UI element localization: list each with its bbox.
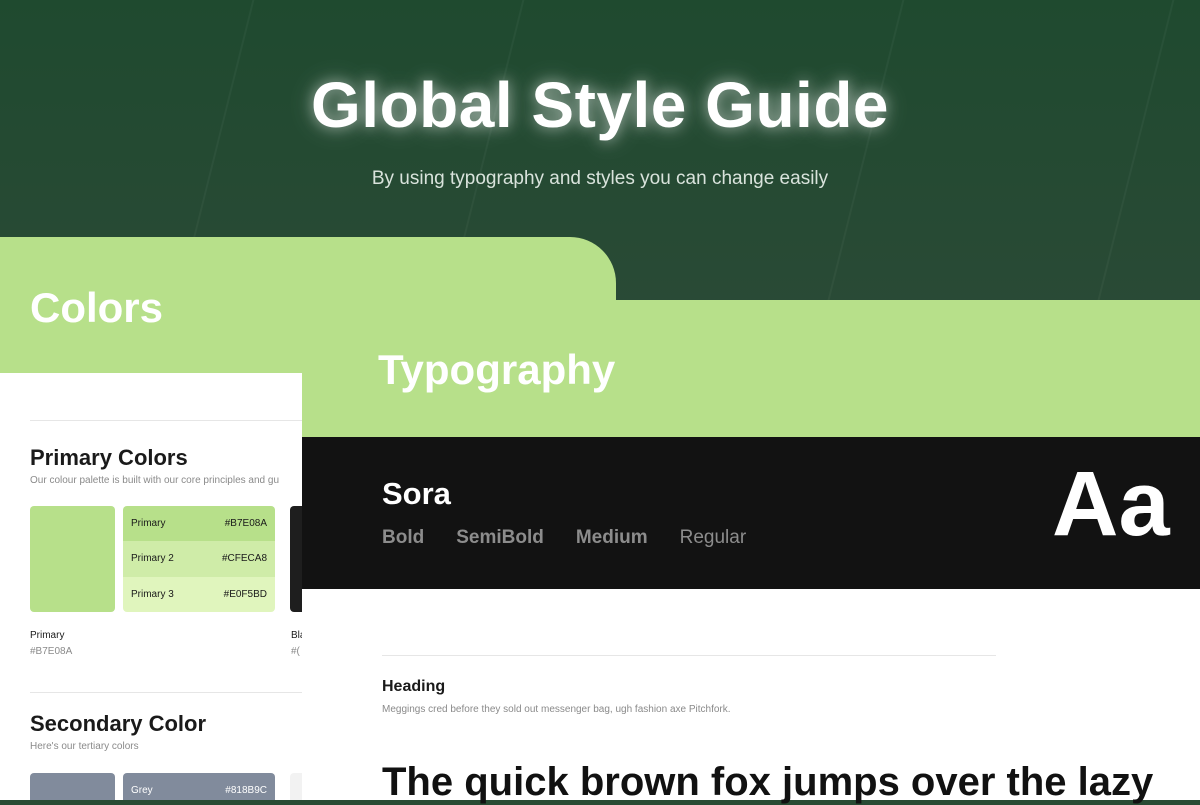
typography-section-title: Typography xyxy=(378,346,616,393)
black-swatch xyxy=(290,506,302,612)
page-subtitle: By using typography and styles you can c… xyxy=(371,168,829,189)
primary-shade-row: Primary 3 #E0F5BD xyxy=(123,576,275,612)
secondary-color-description: Here's our tertiary colors xyxy=(30,741,139,752)
weight-medium: Medium xyxy=(575,527,648,548)
decor-streak xyxy=(809,0,913,320)
grey-shade-row: Grey #818B9C xyxy=(123,773,275,800)
secondary-shades-card: Grey #818B9C xyxy=(123,773,275,800)
secondary-color-heading: Secondary Color xyxy=(30,711,207,736)
primary-swatch-hex: #B7E08A xyxy=(30,646,73,657)
primary-shades-card: Primary #B7E08A Primary 2 #CFECA8 Primar… xyxy=(123,506,275,612)
shade-name: Primary 3 xyxy=(131,588,174,600)
grey-swatch xyxy=(30,773,115,800)
divider xyxy=(30,420,302,421)
divider xyxy=(382,655,996,656)
weight-semibold: SemiBold xyxy=(456,527,544,548)
shade-name: Primary 2 xyxy=(131,553,174,565)
primary-swatch-label: Primary xyxy=(30,630,65,641)
divider xyxy=(30,692,302,693)
primary-colors-heading: Primary Colors xyxy=(30,445,188,470)
shade-hex: #E0F5BD xyxy=(223,588,267,600)
decor-streak xyxy=(1079,0,1183,320)
primary-shade-row: Primary #B7E08A xyxy=(123,506,275,542)
shade-name: Primary xyxy=(131,518,166,530)
shade-hex: #CFECA8 xyxy=(221,553,267,565)
sample-text: The quick brown fox jumps over the lazy xyxy=(382,760,1154,804)
light-swatch xyxy=(290,773,302,800)
font-weights-list: Bold SemiBold Medium Regular xyxy=(382,527,746,549)
colors-panel: Primary Colors Our colour palette is bui… xyxy=(0,373,302,800)
font-name: Sora xyxy=(382,476,451,511)
shade-name: Grey xyxy=(131,785,153,797)
heading-style-label: Heading xyxy=(382,678,446,695)
shade-hex: #818B9C xyxy=(225,785,267,797)
font-specimen: Aa xyxy=(1052,453,1170,555)
primary-shade-row: Primary 2 #CFECA8 xyxy=(123,541,275,577)
black-swatch-label: Bla xyxy=(291,630,302,641)
page-title: Global Style Guide xyxy=(311,69,889,141)
colors-section-title: Colors xyxy=(30,284,164,331)
weight-regular: Regular xyxy=(679,527,747,548)
weight-bold: Bold xyxy=(382,527,425,548)
shade-hex: #B7E08A xyxy=(224,518,267,530)
primary-swatch xyxy=(30,506,115,612)
black-swatch-hex: #( xyxy=(291,646,300,657)
primary-colors-description: Our colour palette is built with our cor… xyxy=(30,475,280,486)
heading-style-description: Meggings cred before they sold out messe… xyxy=(382,704,731,715)
